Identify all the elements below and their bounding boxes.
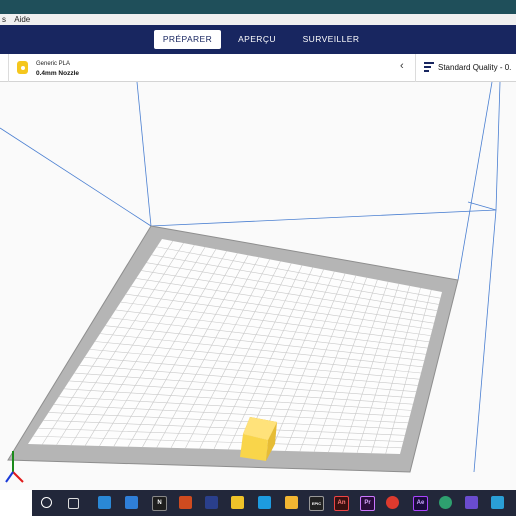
app-icon-4[interactable] xyxy=(491,496,504,509)
start-circle-icon[interactable] xyxy=(41,497,52,508)
stage-tabs: PRÉPARER APERÇU SURVEILLER xyxy=(154,30,373,49)
mail-icon[interactable] xyxy=(98,496,111,509)
tab-surveiller[interactable]: SURVEILLER xyxy=(289,30,373,49)
divider xyxy=(415,54,416,82)
divider xyxy=(8,54,9,82)
store-icon[interactable] xyxy=(125,496,138,509)
print-settings-icon[interactable] xyxy=(424,62,434,73)
taskbar-search-area xyxy=(0,490,32,516)
app-icon[interactable] xyxy=(205,496,218,509)
tab-preparer[interactable]: PRÉPARER xyxy=(154,30,221,49)
tab-apercu[interactable]: APERÇU xyxy=(225,30,289,49)
print-setup-bar: Generic PLA 0.4mm Nozzle ‹ Standard Qual… xyxy=(0,54,516,82)
quality-profile-label[interactable]: Standard Quality - 0. xyxy=(438,63,511,72)
epic-games-icon[interactable]: EPIC xyxy=(309,496,324,511)
stage-menu-header: PRÉPARER APERÇU SURVEILLER xyxy=(0,25,516,54)
build-volume-scene[interactable] xyxy=(0,82,516,490)
after-effects-icon[interactable]: Ae xyxy=(413,496,428,511)
task-view-icon[interactable] xyxy=(68,498,79,509)
chevron-left-icon[interactable]: ‹ xyxy=(400,60,404,72)
animate-icon[interactable]: An xyxy=(334,496,349,511)
material-label[interactable]: Generic PLA xyxy=(36,61,70,67)
premiere-icon[interactable]: Pr xyxy=(360,496,375,511)
app-icon-3[interactable] xyxy=(465,496,478,509)
3d-viewport[interactable] xyxy=(0,82,516,490)
build-plate xyxy=(7,225,459,473)
extruder-icon[interactable] xyxy=(17,61,28,74)
chrome-icon[interactable] xyxy=(386,496,399,509)
app-icon-2[interactable] xyxy=(231,496,244,509)
window-titlebar xyxy=(0,0,516,14)
menu-bar: s Aide xyxy=(0,14,516,25)
file-explorer-icon[interactable] xyxy=(285,496,298,509)
edge-icon[interactable] xyxy=(439,496,452,509)
nozzle-label[interactable]: 0.4mm Nozzle xyxy=(36,70,79,77)
office-icon[interactable] xyxy=(179,496,192,509)
windows-taskbar: N EPIC An Pr Ae xyxy=(32,490,516,516)
notion-icon[interactable]: N xyxy=(152,496,167,511)
menu-item-s[interactable]: s xyxy=(2,15,6,24)
cura-icon[interactable] xyxy=(258,496,271,509)
menu-item-aide[interactable]: Aide xyxy=(14,15,30,24)
